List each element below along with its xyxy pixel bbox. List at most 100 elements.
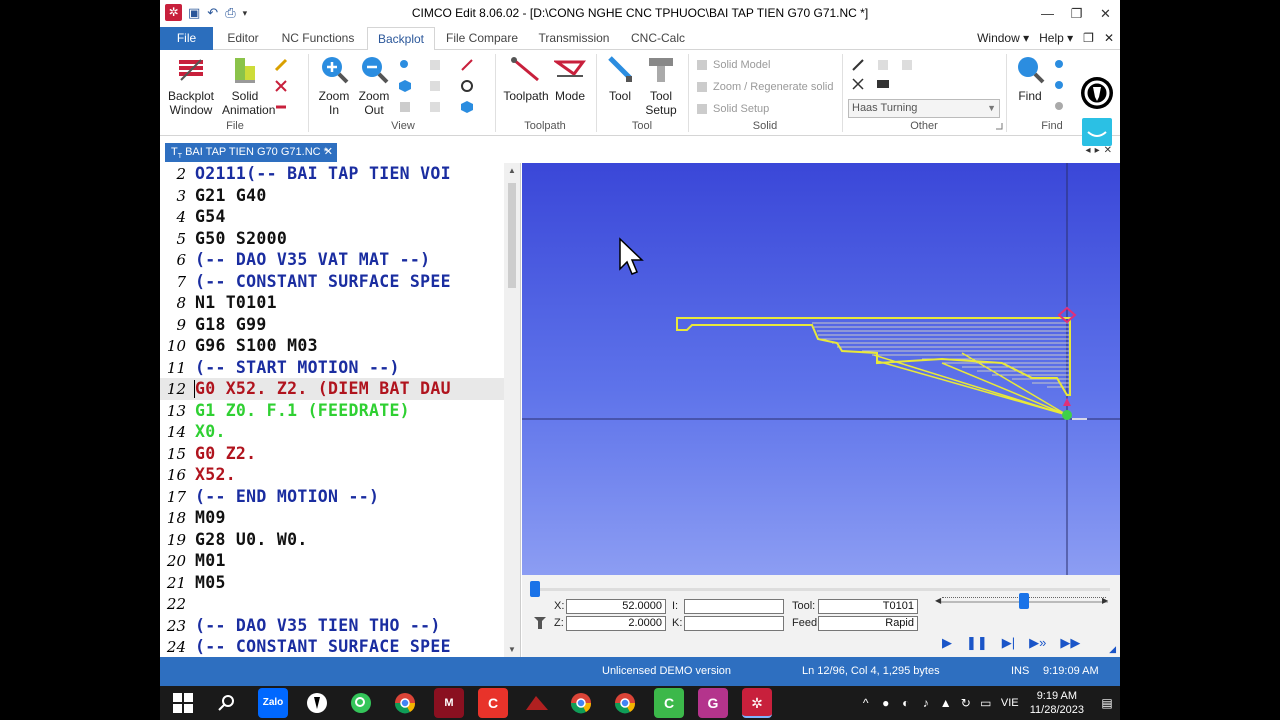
code-line[interactable]: 22 — [160, 593, 505, 615]
play-icon[interactable]: ▶ — [942, 635, 952, 651]
cimco-taskbar-icon[interactable]: ✲ — [742, 688, 772, 718]
code-line[interactable]: 20 M01 — [160, 550, 505, 572]
cad-app-icon[interactable] — [522, 688, 552, 718]
code-line[interactable]: 23 (-- DAO V35 TIEN THO --) — [160, 615, 505, 637]
code-line[interactable]: 14 X0. — [160, 421, 505, 443]
chrome-icon[interactable] — [566, 688, 596, 718]
tool-button[interactable]: Tool — [604, 54, 636, 103]
camtasia-icon[interactable] — [346, 688, 376, 718]
backplot-view[interactable] — [522, 163, 1120, 575]
speed-slider-thumb[interactable] — [1019, 593, 1029, 609]
ribbon-close-icon[interactable]: ✕ — [1104, 31, 1114, 45]
speed-slider[interactable] — [940, 593, 1108, 609]
code-line[interactable]: 5 G50 S2000 — [160, 228, 505, 250]
tab-editor[interactable]: Editor — [220, 27, 266, 50]
ribbon-restore-icon[interactable]: ❐ — [1083, 31, 1094, 45]
document-tab[interactable]: TT BAI TAP TIEN G70 G71.NC * ✕ — [165, 143, 337, 162]
scroll-down-icon[interactable]: ▼ — [504, 645, 520, 654]
export-icon[interactable] — [851, 58, 865, 72]
volume-icon[interactable]: ♪ — [916, 696, 936, 710]
mode-button[interactable]: Mode — [552, 54, 588, 103]
speed-left-icon[interactable]: ◀ — [935, 596, 941, 605]
code-editor[interactable]: 24 (-- CONSTANT SURFACE SPEE 23 (-- DAO V35… — [160, 163, 521, 657]
grid-icon[interactable] — [851, 77, 865, 91]
dxf-icon[interactable] — [876, 77, 890, 91]
zoom-window-icon[interactable] — [398, 58, 412, 72]
tab-backplot[interactable]: Backplot — [367, 27, 435, 51]
position-slider[interactable] — [530, 581, 1110, 597]
code-line[interactable]: 7 (-- CONSTANT SURFACE SPEE — [160, 271, 505, 293]
solid-model-button[interactable]: Solid Model — [695, 58, 770, 72]
network-icon[interactable]: ▭ — [976, 696, 996, 710]
notifications-icon[interactable]: ▤ — [1094, 696, 1120, 710]
scroll-up-icon[interactable]: ▲ — [504, 166, 520, 175]
close-icon[interactable]: ✕ — [1091, 0, 1120, 27]
zoom-in-button[interactable]: Zoom In — [316, 54, 352, 117]
code-line[interactable]: 12 G0 X52. Z2. (DIEM BAT DAU — [160, 378, 505, 400]
window-menu[interactable]: Window ▾ — [977, 31, 1029, 45]
code-line[interactable]: 4 G54 — [160, 206, 505, 228]
undo-icon[interactable]: ↶ — [207, 4, 218, 22]
search-icon[interactable] — [212, 688, 242, 718]
close-document-icon[interactable]: ✕ — [1104, 145, 1112, 156]
sync-icon[interactable]: ↻ — [956, 696, 976, 710]
step-segment-icon[interactable]: ▶» — [1029, 635, 1046, 651]
speed-right-icon[interactable]: ▶ — [1102, 596, 1108, 605]
c-app-icon[interactable]: C — [478, 688, 508, 718]
code-line[interactable]: 16 X52. — [160, 464, 505, 486]
help-menu[interactable]: Help ▾ — [1039, 31, 1073, 45]
chrome-icon[interactable] — [610, 688, 640, 718]
code-line[interactable]: 15 G0 Z2. — [160, 443, 505, 465]
replace-icon[interactable] — [1053, 100, 1067, 114]
scrollbar-thumb[interactable] — [508, 183, 516, 288]
tab-transmission[interactable]: Transmission — [534, 27, 614, 50]
start-icon[interactable] — [168, 688, 198, 718]
solid-setup-button[interactable]: Solid Setup — [695, 102, 769, 116]
code-line[interactable]: 9 G18 G99 — [160, 314, 505, 336]
edit-view-icon[interactable] — [460, 58, 474, 72]
print-icon[interactable]: ⎙ — [225, 4, 235, 22]
code-line[interactable]: 8 N1 T0101 — [160, 292, 505, 314]
solid-animation-button[interactable]: Solid Animation — [222, 54, 275, 117]
save-icon[interactable]: ▣ — [188, 4, 200, 22]
cut-small-icon[interactable] — [274, 100, 288, 114]
dialog-launcher-icon[interactable] — [995, 122, 1003, 130]
view-back-icon[interactable] — [428, 100, 442, 114]
code-line[interactable]: 19 G28 U0. W0. — [160, 529, 505, 551]
rotate-icon[interactable] — [460, 79, 474, 93]
view-solid-icon[interactable] — [460, 100, 474, 114]
close-tab-icon[interactable]: ✕ — [324, 143, 333, 162]
code-line[interactable]: 17 (-- END MOTION --) — [160, 486, 505, 508]
minimize-icon[interactable]: — — [1033, 0, 1062, 27]
qat-dropdown-icon[interactable]: ▾ — [243, 4, 248, 22]
code-line[interactable]: 24 (-- CONSTANT SURFACE SPEE — [160, 636, 505, 657]
code-line[interactable]: 3 G21 G40 — [160, 185, 505, 207]
pdf-app-icon[interactable]: G — [698, 688, 728, 718]
tool-setup-button[interactable]: Tool Setup — [640, 54, 682, 117]
pause-icon[interactable]: ❚❚ — [966, 635, 988, 651]
headset-icon[interactable]: ◐ — [896, 696, 916, 710]
code-line[interactable]: 11 (-- START MOTION --) — [160, 357, 505, 379]
zoom-out-button[interactable]: Zoom Out — [356, 54, 392, 117]
position-slider-thumb[interactable] — [530, 581, 540, 597]
find-button[interactable]: Find — [1012, 54, 1048, 103]
unikey-icon[interactable] — [1081, 77, 1113, 109]
backplot-window-button[interactable]: Backplot Window — [166, 54, 216, 117]
tab-nc-functions[interactable]: NC Functions — [276, 27, 360, 50]
camtasia-recorder-icon[interactable]: C — [654, 688, 684, 718]
tool-small-icon[interactable] — [274, 58, 288, 72]
step-forward-icon[interactable]: ▶| — [1002, 635, 1015, 651]
tab-scroll-left-icon[interactable]: ◂ — [1086, 145, 1091, 156]
code-line[interactable]: 21 M05 — [160, 572, 505, 594]
tray-chevron-icon[interactable]: ^ — [856, 696, 876, 710]
toolpath-small-icon[interactable] — [274, 79, 288, 93]
language-indicator[interactable]: VIE — [996, 697, 1024, 709]
code-line[interactable]: 10 G96 S100 M03 — [160, 335, 505, 357]
resize-grip-icon[interactable]: ◢ — [1109, 644, 1116, 655]
microphone-icon[interactable]: ● — [876, 696, 896, 710]
view-top-icon[interactable] — [398, 100, 412, 114]
find-prev-icon[interactable] — [1053, 79, 1067, 93]
find-next-icon[interactable] — [1053, 58, 1067, 72]
toolpath-button[interactable]: Toolpath — [502, 54, 550, 103]
view-side-icon[interactable] — [428, 79, 442, 93]
